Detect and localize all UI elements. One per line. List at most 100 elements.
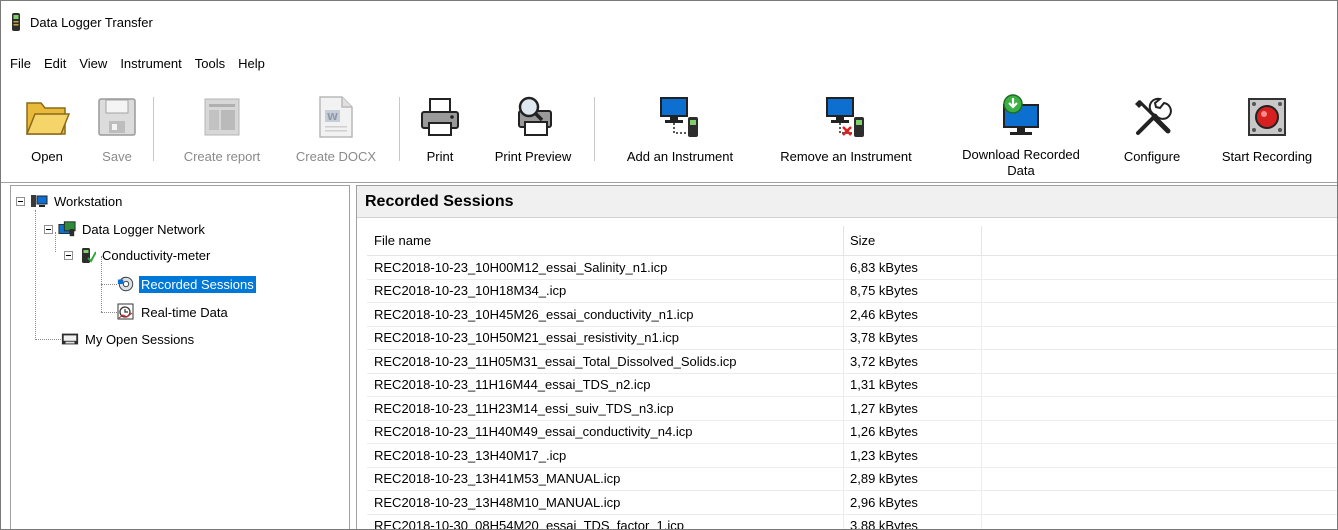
add-instrument-label: Add an Instrument xyxy=(626,149,734,164)
toolbar: Open Save Create report W Create DOCX Pr… xyxy=(1,89,1337,181)
tree-item-workstation[interactable]: Workstation xyxy=(16,190,124,212)
cell-file-name: REC2018-10-23_10H45M26_essai_conductivit… xyxy=(367,303,844,326)
collapse-toggle[interactable] xyxy=(64,250,73,260)
cell-file-name: REC2018-10-23_13H40M17_.icp xyxy=(367,444,844,467)
menu-instrument[interactable]: Instrument xyxy=(120,56,181,71)
create-report-button[interactable]: Create report xyxy=(169,89,275,179)
panel-title: Recorded Sessions xyxy=(357,186,1337,218)
table-row[interactable]: REC2018-10-23_11H40M49_essai_conductivit… xyxy=(367,420,1337,444)
remove-instrument-label: Remove an Instrument xyxy=(780,149,912,164)
table-row[interactable]: REC2018-10-23_11H05M31_essai_Total_Disso… xyxy=(367,350,1337,374)
cell-file-name: REC2018-10-23_11H16M44_essai_TDS_n2.icp xyxy=(367,373,844,396)
cell-size: 8,75 kBytes xyxy=(844,279,982,302)
print-preview-icon xyxy=(518,96,552,136)
cell-size: 6,83 kBytes xyxy=(844,256,982,279)
app-window: Data Logger Transfer File Edit View Inst… xyxy=(0,0,1338,530)
toolbar-separator xyxy=(594,97,595,161)
print-preview-button[interactable]: Print Preview xyxy=(483,89,583,179)
workstation-icon xyxy=(31,195,48,207)
configure-label: Configure xyxy=(1123,149,1181,164)
column-header-size[interactable]: Size xyxy=(844,226,982,255)
cell-file-name: REC2018-10-23_13H41M53_MANUAL.icp xyxy=(367,467,844,490)
list-header: File name Size xyxy=(367,226,1337,256)
open-button[interactable]: Open xyxy=(21,89,73,179)
cell-size: 1,23 kBytes xyxy=(844,444,982,467)
tree-item-data-logger-network[interactable]: Data Logger Network xyxy=(44,218,207,240)
download-recorded-data-button[interactable]: Download Recorded Data xyxy=(941,89,1101,179)
tree-item-recorded-sessions[interactable]: Recorded Sessions xyxy=(117,273,256,295)
cell-file-name: REC2018-10-23_10H50M21_essai_resistivity… xyxy=(367,326,844,349)
download-label-line2: Data xyxy=(1007,163,1035,178)
menu-view[interactable]: View xyxy=(79,56,107,71)
tree-item-real-time-data[interactable]: Real-time Data xyxy=(117,301,230,323)
table-row[interactable]: REC2018-10-23_10H00M12_essai_Salinity_n1… xyxy=(367,256,1337,280)
cell-file-name: REC2018-10-23_13H48M10_MANUAL.icp xyxy=(367,491,844,514)
add-instrument-button[interactable]: Add an Instrument xyxy=(609,89,751,179)
menu-tools[interactable]: Tools xyxy=(195,56,225,71)
cell-file-name: REC2018-10-23_11H40M49_essai_conductivit… xyxy=(367,420,844,443)
tree-label-my-open-sessions: My Open Sessions xyxy=(85,331,195,347)
cell-size: 3,88 kBytes xyxy=(844,514,982,529)
table-row[interactable]: REC2018-10-30_08H54M20_essai_TDS_factor_… xyxy=(367,514,1337,529)
tree-label-network: Data Logger Network xyxy=(82,221,205,237)
tree-item-conductivity-meter[interactable]: Conductivity-meter xyxy=(64,244,212,266)
table-row[interactable]: REC2018-10-23_11H23M14_essi_suiv_TDS_n3.… xyxy=(367,397,1337,421)
wrench-screwdriver-icon xyxy=(1135,97,1172,135)
collapse-toggle[interactable] xyxy=(44,224,53,234)
cell-file-name: REC2018-10-30_08H54M20_essai_TDS_factor_… xyxy=(367,514,844,529)
create-docx-button[interactable]: W Create DOCX xyxy=(286,89,386,179)
tree-connector xyxy=(101,312,117,313)
table-row[interactable]: REC2018-10-23_10H45M26_essai_conductivit… xyxy=(367,303,1337,327)
table-row[interactable]: REC2018-10-23_13H41M53_MANUAL.icp 2,89 kB… xyxy=(367,467,1337,491)
tree-label-conductivity-meter: Conductivity-meter xyxy=(102,247,211,263)
recorded-sessions-panel: Recorded Sessions File name Size REC2018… xyxy=(356,185,1337,529)
tree-label-real-time-data: Real-time Data xyxy=(141,304,228,320)
remove-instrument-button[interactable]: Remove an Instrument xyxy=(766,89,926,179)
create-report-label: Create report xyxy=(183,149,261,164)
list-rows: REC2018-10-23_10H00M12_essai_Salinity_n1… xyxy=(367,256,1337,529)
table-row[interactable]: REC2018-10-23_13H40M17_.icp 1,23 kBytes xyxy=(367,444,1337,468)
cell-size: 3,78 kBytes xyxy=(844,326,982,349)
cell-size: 2,89 kBytes xyxy=(844,467,982,490)
menu-file[interactable]: File xyxy=(10,56,31,71)
download-monitor-icon xyxy=(1003,94,1039,135)
cell-size: 1,26 kBytes xyxy=(844,420,982,443)
table-row[interactable]: REC2018-10-23_13H48M10_MANUAL.icp 2,96 kB… xyxy=(367,491,1337,515)
tree-item-my-open-sessions[interactable]: My Open Sessions xyxy=(61,328,196,350)
create-docx-label: Create DOCX xyxy=(295,149,377,164)
printer-icon xyxy=(421,98,459,136)
print-button[interactable]: Print xyxy=(415,89,465,179)
column-header-file-name[interactable]: File name xyxy=(367,226,844,255)
floppy-disk-icon xyxy=(98,98,136,136)
table-row[interactable]: REC2018-10-23_10H50M21_essai_resistivity… xyxy=(367,326,1337,350)
cell-size: 3,72 kBytes xyxy=(844,350,982,373)
tree-label-workstation: Workstation xyxy=(54,193,123,209)
cell-size: 1,31 kBytes xyxy=(844,373,982,396)
table-row[interactable]: REC2018-10-23_11H16M44_essai_TDS_n2.icp 1… xyxy=(367,373,1337,397)
folder-open-icon xyxy=(25,102,70,135)
toolbar-separator xyxy=(399,97,400,161)
print-preview-label: Print Preview xyxy=(494,149,572,164)
tree-connector xyxy=(101,284,117,285)
remove-instrument-icon xyxy=(826,97,864,137)
menu-help[interactable]: Help xyxy=(238,56,265,71)
tree-label-recorded-sessions: Recorded Sessions xyxy=(139,275,256,293)
open-label: Open xyxy=(31,149,63,164)
download-recorded-data-label: Download Recorded Data xyxy=(962,147,1080,179)
navigation-tree: Workstation Data Logger Network Conducti… xyxy=(10,185,350,529)
menu-bar: File Edit View Instrument Tools Help xyxy=(1,51,278,75)
save-button[interactable]: Save xyxy=(95,89,139,179)
download-label-line1: Download Recorded xyxy=(962,147,1080,162)
cell-size: 1,27 kBytes xyxy=(844,397,982,420)
table-row[interactable]: REC2018-10-23_10H18M34_.icp 8,75 kBytes xyxy=(367,279,1337,303)
configure-button[interactable]: Configure xyxy=(1113,89,1191,179)
collapse-toggle[interactable] xyxy=(16,196,25,206)
record-button-icon xyxy=(1248,98,1286,136)
cell-size: 2,46 kBytes xyxy=(844,303,982,326)
tree-connector xyxy=(35,339,61,340)
report-document-icon xyxy=(204,98,240,136)
add-instrument-icon xyxy=(660,97,698,137)
start-recording-button[interactable]: Start Recording xyxy=(1207,89,1327,179)
title-bar: Data Logger Transfer xyxy=(1,1,1337,43)
menu-edit[interactable]: Edit xyxy=(44,56,66,71)
